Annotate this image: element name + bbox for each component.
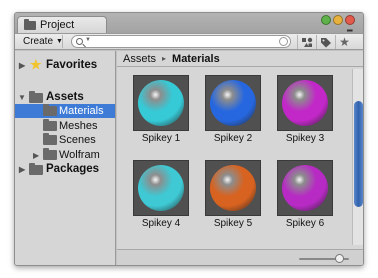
favorite-button[interactable]: ★: [335, 35, 353, 49]
material-sphere-icon: [210, 165, 256, 211]
minimize-button[interactable]: [333, 15, 343, 25]
tab-title: Project: [40, 19, 75, 31]
search-icon: [76, 38, 83, 45]
asset-name: Spikey 3: [285, 133, 325, 144]
folder-icon: [43, 133, 57, 145]
asset-tile[interactable]: Spikey 5: [193, 156, 263, 242]
asset-name: Spikey 4: [141, 218, 181, 229]
star-icon: ★: [30, 57, 42, 72]
sidebar-item-label: Meshes: [59, 120, 98, 132]
filter-by-type-icon: [301, 37, 312, 47]
folder-icon: [29, 91, 43, 103]
asset-tile[interactable]: Spikey 6: [265, 156, 335, 242]
zoom-slider-thumb[interactable]: [335, 254, 344, 263]
asset-tile[interactable]: Spikey 1: [121, 71, 191, 157]
breadcrumb: Assets ▸ Materials: [117, 51, 363, 67]
scrollbar-thumb[interactable]: [354, 101, 363, 207]
material-sphere-icon: [138, 165, 184, 211]
sidebar-item-packages[interactable]: ▶ Packages: [15, 162, 115, 176]
material-sphere-icon: [210, 80, 256, 126]
expand-triangle-icon[interactable]: ▶: [33, 151, 39, 160]
toolbar: Create ▼ ▼ ★: [15, 33, 363, 50]
sidebar-item-materials[interactable]: Materials: [15, 104, 115, 118]
sidebar-item-label: Scenes: [59, 134, 96, 146]
sidebar-item-wolfram[interactable]: ▶ Wolfram: [15, 148, 115, 162]
folder-icon: [43, 119, 57, 131]
project-tab[interactable]: Project: [17, 16, 107, 33]
asset-name: Spikey 1: [141, 133, 181, 144]
filter-by-label-button[interactable]: [316, 35, 334, 49]
asset-thumbnail: [277, 75, 333, 131]
breadcrumb-root[interactable]: Assets: [123, 53, 156, 65]
breadcrumb-separator-icon: ▸: [162, 54, 167, 63]
sidebar-item-label: Favorites: [46, 59, 98, 71]
zoom-button[interactable]: [321, 15, 331, 25]
folder-icon: [43, 104, 57, 116]
asset-thumbnail: [205, 75, 261, 131]
title-bar: Project ▪▪▪: [15, 13, 363, 35]
asset-name: Spikey 5: [213, 218, 253, 229]
folder-icon: [43, 148, 57, 160]
asset-name: Spikey 6: [285, 218, 325, 229]
favorite-star-icon: ★: [339, 35, 350, 49]
folder-icon: [29, 163, 43, 175]
window-controls: [321, 15, 355, 25]
sidebar-item-meshes[interactable]: Meshes: [15, 119, 115, 133]
material-sphere-icon: [138, 80, 184, 126]
breadcrumb-current[interactable]: Materials: [172, 53, 220, 65]
asset-thumbnail: [133, 75, 189, 131]
search-cancel-icon[interactable]: [279, 37, 288, 46]
asset-thumbnail: [205, 160, 261, 216]
expand-triangle-icon[interactable]: ▶: [19, 61, 25, 70]
asset-tile[interactable]: Spikey 4: [121, 156, 191, 242]
sidebar-item-scenes[interactable]: Scenes: [15, 133, 115, 147]
footer-bar: [117, 249, 363, 265]
vertical-scrollbar[interactable]: [352, 69, 363, 245]
asset-tile[interactable]: Spikey 3: [265, 71, 335, 157]
create-button[interactable]: Create ▼: [19, 35, 63, 48]
create-button-label: Create: [23, 36, 54, 47]
expand-triangle-icon[interactable]: ▶: [19, 165, 25, 174]
asset-thumbnail: [277, 160, 333, 216]
search-input[interactable]: ▼: [71, 35, 291, 48]
sidebar-item-assets[interactable]: ▼ Assets: [15, 90, 115, 104]
sidebar-item-label: Materials: [59, 105, 104, 117]
sidebar-item-label: Assets: [46, 91, 84, 103]
asset-thumbnail: [133, 160, 189, 216]
asset-grid: Spikey 1 Spikey 2 Spikey 3 Spikey 4 Spik…: [117, 69, 351, 245]
label-tag-icon: [320, 37, 331, 47]
sidebar-item-label: Packages: [46, 163, 100, 175]
material-sphere-icon: [282, 165, 328, 211]
asset-tile[interactable]: Spikey 2: [193, 71, 263, 157]
collapse-triangle-icon[interactable]: ▼: [18, 93, 26, 102]
material-sphere-icon: [282, 80, 328, 126]
search-options-chevron-icon: ▼: [85, 37, 91, 43]
filter-by-type-button[interactable]: [297, 35, 315, 49]
project-window: Project ▪▪▪ Create ▼ ▼ ★ ▶ ★ Favorites ▼…: [14, 12, 364, 266]
asset-browser: Assets ▸ Materials Spikey 1 Spikey 2 Spi…: [117, 51, 363, 265]
asset-name: Spikey 2: [213, 133, 253, 144]
close-button[interactable]: [345, 15, 355, 25]
zoom-slider[interactable]: [299, 254, 349, 263]
folder-tree: ▶ ★ Favorites ▼ Assets Materials Meshes …: [15, 51, 116, 265]
folder-icon: [24, 18, 36, 30]
sidebar-item-label: Wolfram: [59, 149, 100, 161]
chevron-down-icon: ▼: [56, 38, 63, 45]
sidebar-item-favorites[interactable]: ▶ ★ Favorites: [15, 57, 115, 72]
